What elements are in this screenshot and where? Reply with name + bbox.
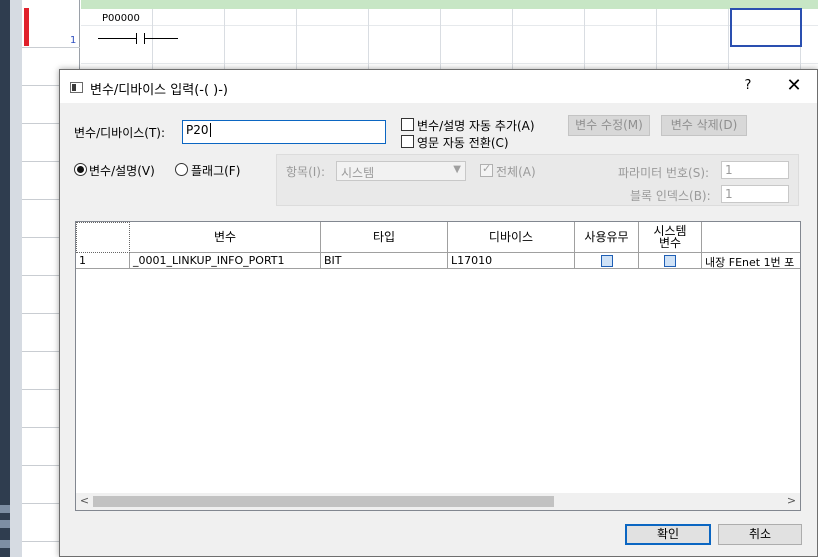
ok-button[interactable]: 확인 <box>625 524 711 545</box>
modify-variable-button[interactable]: 변수 수정(M) <box>568 115 650 136</box>
contact-label: P00000 <box>102 13 140 24</box>
ladder-top-band <box>81 0 818 9</box>
dialog-titlebar: 변수/디바이스 입력(-( )-) ? ✕ <box>60 70 817 103</box>
item-select-value: 시스템 <box>341 166 375 180</box>
eng-convert-checkbox[interactable] <box>401 135 414 148</box>
all-checkbox[interactable] <box>480 162 493 177</box>
scroll-left-icon[interactable]: < <box>76 494 93 507</box>
panel-chip <box>0 520 10 528</box>
header-system-variable[interactable]: 시스템 변수 <box>639 222 702 253</box>
device-input[interactable]: P20 <box>182 120 386 144</box>
device-input-label: 변수/디바이스(T): <box>74 126 166 140</box>
cancel-button[interactable]: 취소 <box>718 524 802 545</box>
header-used[interactable]: 사용유무 <box>575 222 639 253</box>
device-input-value: P20 <box>186 123 209 137</box>
param-number-label: 파라미터 번호(S): <box>618 166 710 180</box>
row-used-cell <box>575 253 639 269</box>
radio-variable[interactable] <box>74 163 87 176</box>
scroll-thumb[interactable] <box>93 496 554 507</box>
row-type[interactable]: BIT <box>321 253 448 269</box>
header-description[interactable] <box>702 222 800 253</box>
window-icon <box>70 82 83 93</box>
header-corner <box>76 222 130 253</box>
all-label: 전체(A) <box>496 165 536 179</box>
horizontal-scrollbar[interactable]: < > <box>76 493 800 510</box>
block-index-label: 블록 인덱스(B): <box>630 189 711 203</box>
item-select[interactable]: 시스템 ▼ <box>336 161 466 181</box>
rung-marker <box>24 8 29 46</box>
header-variable[interactable]: 변수 <box>130 222 321 253</box>
row-variable[interactable]: _0001_LINKUP_INFO_PORT1 <box>130 253 321 269</box>
panel-chip <box>0 505 10 513</box>
variable-device-dialog: 변수/디바이스 입력(-( )-) ? ✕ 변수/디바이스(T): P20 변수… <box>59 69 818 557</box>
left-panel-strip <box>0 0 10 557</box>
table-header: 변수 타입 디바이스 사용유무 시스템 변수 <box>76 222 800 253</box>
row-device[interactable]: L17010 <box>448 253 575 269</box>
block-index-field[interactable]: 1 <box>721 185 789 203</box>
close-button[interactable]: ✕ <box>780 74 808 98</box>
row-description[interactable]: 내장 FEnet 1번 포 <box>702 253 800 269</box>
row-number: 1 <box>76 253 130 269</box>
help-button[interactable]: ? <box>740 78 756 93</box>
item-label: 항목(I): <box>286 165 326 179</box>
header-device[interactable]: 디바이스 <box>448 222 575 253</box>
table-row[interactable]: 1 _0001_LINKUP_INFO_PORT1 BIT L17010 내장 … <box>76 253 800 269</box>
delete-variable-button[interactable]: 변수 삭제(D) <box>661 115 747 136</box>
system-variable-checkbox[interactable] <box>664 255 676 267</box>
panel-chip <box>0 540 10 548</box>
chevron-down-icon: ▼ <box>453 164 461 175</box>
param-number-field[interactable]: 1 <box>721 161 789 179</box>
row-system-cell <box>639 253 702 269</box>
rung-number: 1 <box>70 35 77 46</box>
auto-add-label: 변수/설명 자동 추가(A) <box>417 119 535 133</box>
header-type[interactable]: 타입 <box>321 222 448 253</box>
ladder-cursor <box>730 8 802 47</box>
variable-table[interactable]: 변수 타입 디바이스 사용유무 시스템 변수 1 _0001_LINKUP_IN… <box>75 221 801 511</box>
eng-convert-label: 영문 자동 전환(C) <box>417 136 509 150</box>
radio-variable-label: 변수/설명(V) <box>89 164 155 178</box>
auto-add-checkbox[interactable] <box>401 118 414 131</box>
scroll-right-icon[interactable]: > <box>783 494 800 507</box>
used-checkbox[interactable] <box>600 255 613 267</box>
normally-open-contact[interactable] <box>98 33 178 45</box>
radio-flag-label: 플래그(F) <box>191 164 241 178</box>
dialog-title: 변수/디바이스 입력(-( )-) <box>90 83 228 98</box>
radio-flag[interactable] <box>175 163 188 176</box>
left-panel-edge <box>10 0 22 557</box>
